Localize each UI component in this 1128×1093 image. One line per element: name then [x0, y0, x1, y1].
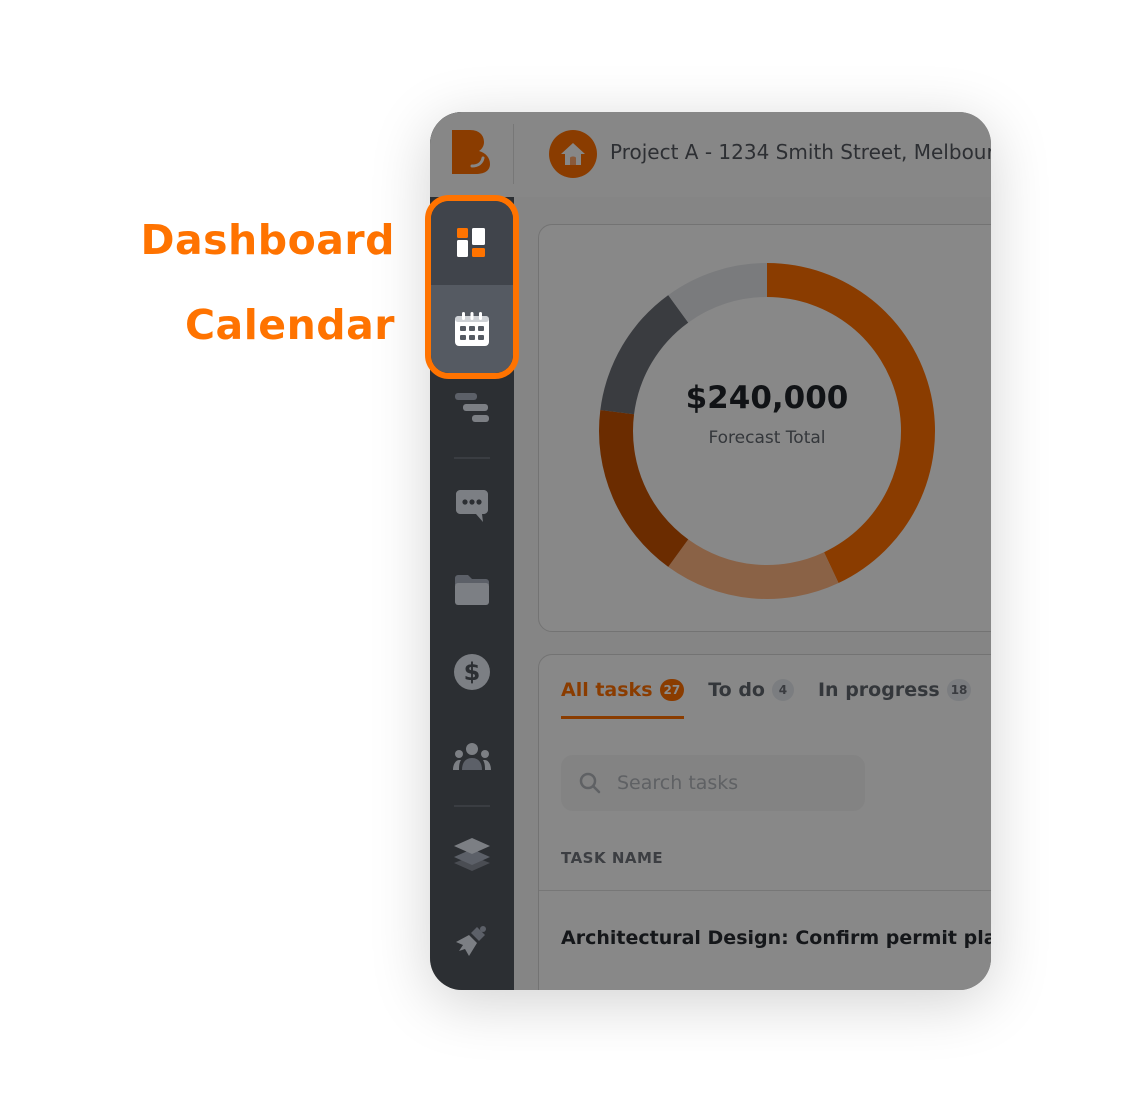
forecast-total-value: $240,000	[685, 380, 849, 416]
builder-logo-icon	[452, 130, 490, 174]
forecast-card: $240,000 Forecast Total	[538, 224, 991, 632]
project-home-button[interactable]	[549, 130, 597, 178]
tasks-card: All tasks 27 To do 4 In progress 18 TASK…	[538, 654, 991, 990]
sidebar-item-dashboard[interactable]	[431, 201, 513, 285]
sidebar-item-layers[interactable]	[452, 834, 492, 874]
tab-in-progress[interactable]: In progress 18	[817, 679, 972, 719]
sidebar-item-gantt[interactable]	[452, 388, 492, 428]
sidebar-item-team[interactable]	[452, 737, 492, 777]
table-divider	[539, 890, 991, 891]
callout-calendar-label: Calendar	[184, 301, 395, 349]
search-tasks-input[interactable]	[615, 771, 839, 795]
team-icon	[453, 743, 491, 770]
tab-all-tasks[interactable]: All tasks 27	[561, 679, 685, 719]
chat-icon	[456, 490, 488, 522]
home-icon	[561, 143, 585, 165]
sidebar-item-files[interactable]	[452, 570, 492, 610]
donut-center: $240,000 Forecast Total	[597, 261, 937, 601]
folder-icon	[455, 575, 489, 605]
task-search-box[interactable]	[561, 755, 865, 811]
project-title[interactable]: Project A - 1234 Smith Street, Melbour	[610, 140, 991, 164]
calendar-icon	[455, 312, 489, 346]
dashboard-icon	[457, 228, 485, 257]
tab-count-badge: 4	[771, 679, 794, 701]
callout-dashboard-label: Dashboard	[140, 216, 395, 264]
sidebar-logo-area	[430, 112, 514, 197]
sidebar-divider	[454, 805, 490, 807]
tab-to-do[interactable]: To do 4	[708, 679, 794, 719]
svg-text:$: $	[464, 658, 481, 686]
forecast-total-caption: Forecast Total	[708, 428, 826, 448]
sidebar-item-messages[interactable]	[452, 486, 492, 526]
sidebar-item-design[interactable]	[452, 920, 492, 960]
sidebar-item-calendar[interactable]	[431, 285, 513, 373]
column-header-task-name[interactable]: TASK NAME	[561, 849, 663, 867]
paintbrush-icon	[456, 926, 486, 956]
tab-count-badge: 27	[659, 679, 685, 701]
table-row[interactable]: Architectural Design: Confirm permit pla	[561, 927, 991, 949]
tab-label: To do	[708, 679, 765, 701]
search-icon	[579, 772, 601, 794]
layers-icon	[454, 838, 490, 871]
forecast-donut-chart: $240,000 Forecast Total	[597, 261, 937, 601]
sidebar-item-finance[interactable]: $	[452, 652, 492, 692]
top-bar: Project A - 1234 Smith Street, Melbour	[514, 112, 991, 197]
gantt-icon	[455, 393, 489, 422]
sidebar-divider	[454, 457, 490, 459]
tab-label: All tasks	[561, 679, 653, 701]
highlight-box	[425, 195, 519, 379]
tab-count-badge: 18	[946, 679, 972, 701]
task-tabs: All tasks 27 To do 4 In progress 18	[561, 679, 972, 719]
dollar-icon: $	[454, 654, 490, 690]
tab-label: In progress	[817, 679, 940, 701]
